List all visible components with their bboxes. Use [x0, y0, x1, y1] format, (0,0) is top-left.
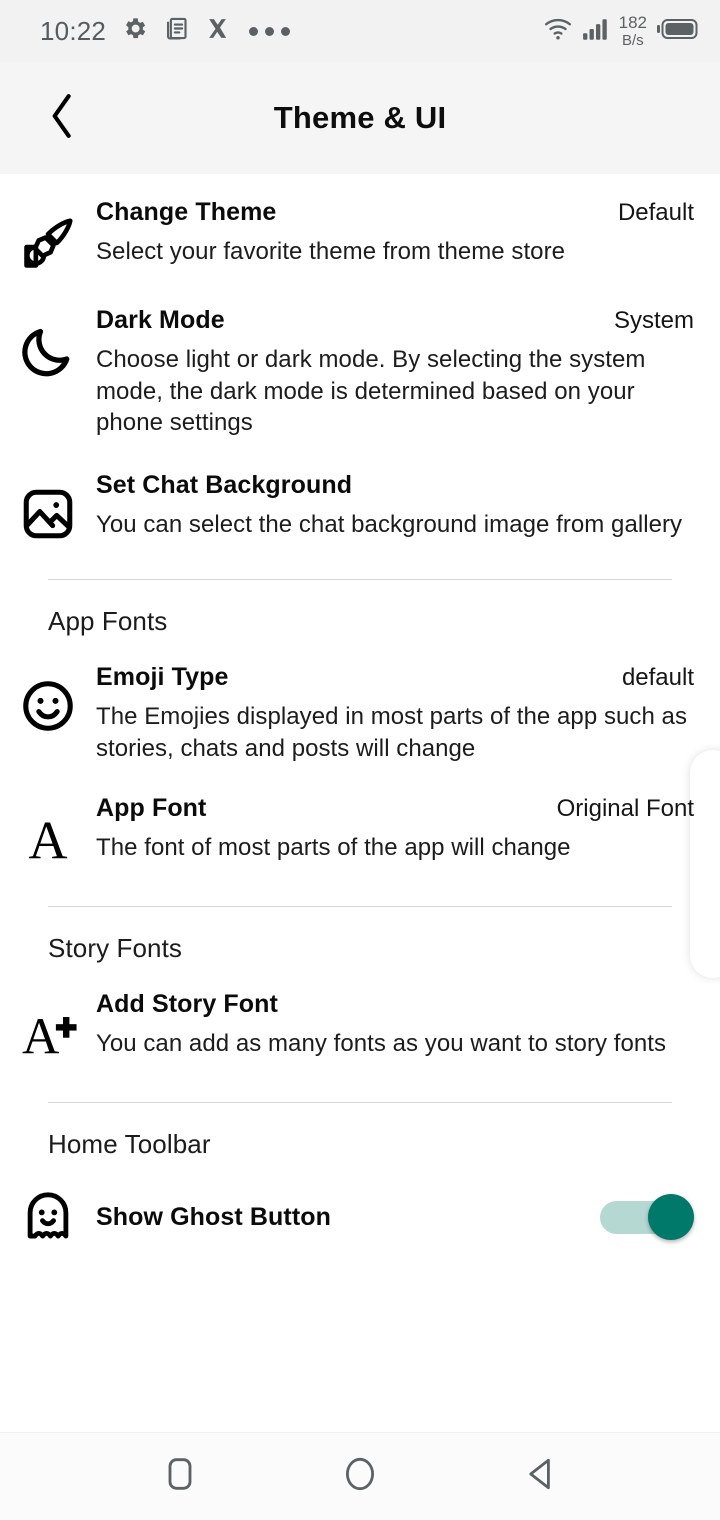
network-speed-indicator: 182 B/s — [619, 14, 647, 48]
status-bar-right: 182 B/s — [543, 14, 698, 48]
status-bar: 10:22 182 B/s — [0, 0, 720, 62]
setting-body: Show Ghost Button — [96, 1194, 694, 1241]
setting-row-add-story-font[interactable]: A Add Story Font You can add as many fon… — [0, 990, 720, 1066]
status-bar-left: 10:22 — [40, 15, 291, 47]
wifi-icon — [543, 16, 573, 47]
section-header-story-fonts: Story Fonts — [48, 933, 183, 964]
toggle-thumb — [648, 1194, 694, 1241]
setting-subtitle: You can add as many fonts as you want to… — [96, 1030, 667, 1058]
setting-head: Dark Mode System — [96, 306, 694, 335]
back-button-nav[interactable] — [498, 1435, 582, 1519]
paintbrush-icon — [0, 198, 96, 274]
setting-head: Set Chat Background — [96, 471, 694, 500]
setting-head: Add Story Font — [96, 990, 694, 1019]
letter-a-plus-icon: A — [0, 990, 96, 1066]
setting-title: App Font — [96, 794, 207, 823]
setting-subtitle: You can select the chat background image… — [96, 511, 683, 539]
x-icon — [205, 16, 230, 46]
battery-icon — [656, 16, 698, 47]
setting-head: App Font Original Font — [96, 794, 694, 823]
setting-title: Set Chat Background — [96, 471, 353, 500]
setting-body: App Font Original Font The font of most … — [96, 794, 694, 870]
setting-body: Set Chat Background You can select the c… — [96, 471, 694, 543]
gear-icon — [121, 15, 148, 47]
smiley-face-icon — [0, 663, 96, 764]
network-speed-value: 182 — [618, 13, 647, 32]
setting-head: Change Theme Default — [96, 198, 694, 227]
home-circle-icon — [341, 1453, 379, 1500]
status-bar-clock: 10:22 — [40, 15, 107, 46]
setting-row-change-theme[interactable]: Change Theme Default Select your favorit… — [0, 198, 720, 274]
setting-row-set-chat-background[interactable]: Set Chat Background You can select the c… — [0, 471, 720, 543]
back-button[interactable] — [34, 90, 90, 146]
setting-value: System — [613, 307, 694, 334]
section-header-app-fonts: App Fonts — [48, 606, 168, 637]
setting-row-app-font[interactable]: A App Font Original Font The font of mos… — [0, 794, 720, 870]
svg-text:A: A — [22, 1009, 59, 1066]
setting-value: default — [621, 664, 694, 692]
settings-scroll-area[interactable]: Change Theme Default Select your favorit… — [0, 174, 720, 1432]
setting-value: Original Font — [556, 795, 694, 823]
setting-row-emoji-type[interactable]: Emoji Type default The Emojies displayed… — [0, 663, 720, 764]
notes-icon — [163, 15, 190, 47]
moon-icon — [0, 306, 96, 439]
setting-row-show-ghost-button[interactable]: Show Ghost Button — [0, 1188, 720, 1246]
image-icon — [0, 471, 96, 543]
android-navigation-bar — [0, 1432, 720, 1520]
setting-head: Emoji Type default — [96, 663, 694, 692]
setting-subtitle: Select your favorite theme from theme st… — [96, 238, 566, 265]
recents-square-icon — [162, 1454, 198, 1499]
setting-title: Add Story Font — [96, 990, 278, 1019]
setting-subtitle: Choose light or dark mode. By selecting … — [96, 346, 646, 437]
back-triangle-icon — [521, 1453, 559, 1500]
page-title: Theme & UI — [273, 100, 447, 135]
setting-title: Change Theme — [96, 198, 277, 226]
setting-title: Emoji Type — [96, 663, 229, 692]
setting-row-dark-mode[interactable]: Dark Mode System Choose light or dark mo… — [0, 306, 720, 439]
ghost-icon — [0, 1188, 96, 1246]
setting-body: Emoji Type default The Emojies displayed… — [96, 663, 694, 764]
svg-text:A: A — [28, 811, 67, 871]
app-bar: Theme & UI — [0, 62, 720, 174]
setting-subtitle: The font of most parts of the app will c… — [96, 834, 571, 862]
setting-subtitle: The Emojies displayed in most parts of t… — [96, 703, 688, 762]
recents-button[interactable] — [138, 1435, 222, 1519]
setting-body: Dark Mode System Choose light or dark mo… — [96, 306, 694, 439]
setting-body: Change Theme Default Select your favorit… — [96, 198, 694, 274]
setting-title: Show Ghost Button — [96, 1202, 331, 1231]
more-dots-icon — [249, 26, 291, 36]
cellular-signal-icon — [582, 16, 610, 47]
setting-body: Add Story Font You can add as many fonts… — [96, 990, 694, 1066]
chevron-left-icon — [44, 91, 80, 146]
phone-screen: 10:22 182 B/s Theme & UI Change Theme De… — [0, 0, 720, 1520]
letter-a-icon: A — [0, 794, 96, 871]
network-speed-unit: B/s — [621, 32, 644, 49]
show-ghost-button-toggle[interactable] — [600, 1194, 694, 1241]
home-button[interactable] — [318, 1435, 402, 1519]
setting-value: Default — [617, 199, 694, 226]
section-header-home-toolbar: Home Toolbar — [48, 1129, 211, 1160]
setting-title: Dark Mode — [96, 306, 225, 334]
